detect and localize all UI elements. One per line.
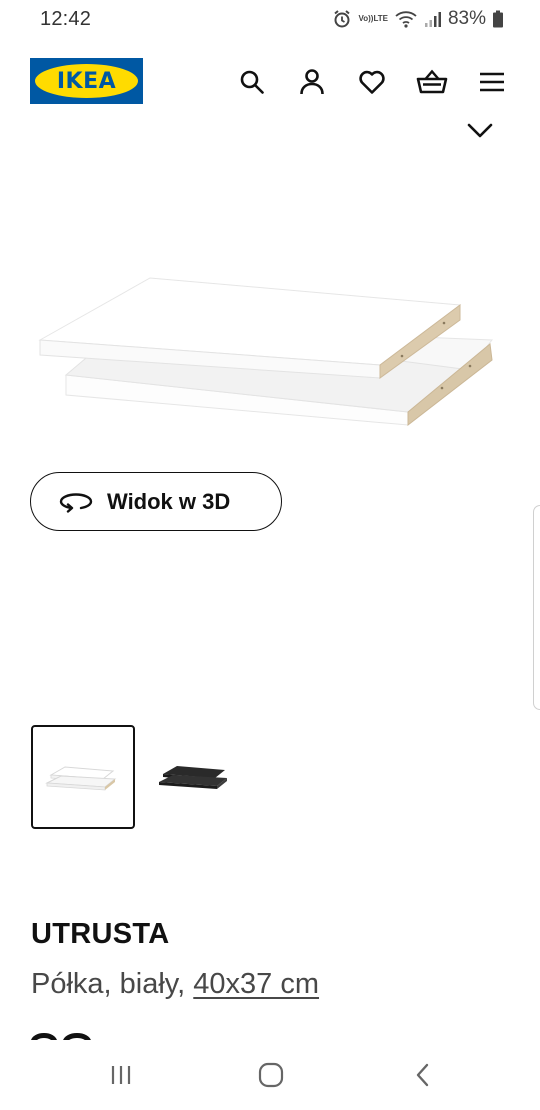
- thumbnail-white-shelf[interactable]: [31, 725, 135, 829]
- logo-text: IKEA: [56, 68, 117, 94]
- wifi-icon: [394, 9, 418, 29]
- recent-apps-button[interactable]: [101, 1060, 141, 1090]
- product-description: Półka, biały, 40x37 cm: [31, 968, 319, 1001]
- black-shelf-thumbnail-image: [159, 766, 227, 789]
- status-bar: 12:42 Vo)) LTE 83%: [0, 0, 540, 40]
- search-icon: [240, 70, 264, 94]
- menu-button[interactable]: [474, 64, 510, 100]
- volte-label: Vo)): [358, 14, 374, 23]
- status-icons: Vo)) LTE 83%: [332, 8, 504, 30]
- ikea-logo[interactable]: IKEA: [30, 58, 143, 104]
- view-3d-button[interactable]: Widok w 3D: [30, 472, 282, 531]
- back-icon: [416, 1063, 429, 1087]
- system-nav-bar: [0, 1040, 540, 1110]
- logo-ellipse: IKEA: [35, 64, 138, 98]
- rotate-3d-icon: [59, 492, 93, 513]
- status-time: 12:42: [40, 8, 92, 30]
- wishlist-button[interactable]: [354, 64, 390, 100]
- product-type-color: Półka, biały,: [31, 968, 186, 1000]
- wishlist-heart-icon: [359, 70, 385, 94]
- product-size-link[interactable]: 40x37 cm: [193, 968, 319, 1000]
- view-3d-label: Widok w 3D: [107, 488, 231, 514]
- menu-icon: [480, 72, 504, 92]
- home-button[interactable]: [251, 1060, 291, 1090]
- account-icon: [300, 69, 324, 95]
- cart-button[interactable]: [414, 64, 450, 100]
- product-main-image[interactable]: [30, 260, 500, 440]
- thumbnail-black-shelf[interactable]: [141, 725, 245, 829]
- signal-icon: [424, 10, 442, 28]
- header-actions: [234, 64, 510, 100]
- edge-panel-handle[interactable]: [533, 505, 540, 710]
- recent-apps-icon: [111, 1066, 131, 1084]
- white-shelf-thumbnail-image: [45, 766, 117, 791]
- search-button[interactable]: [234, 64, 270, 100]
- volte-lte-icon: Vo)) LTE: [358, 15, 387, 23]
- product-name: UTRUSTA: [31, 918, 170, 950]
- home-icon: [258, 1062, 284, 1088]
- site-header: IKEA: [0, 52, 540, 112]
- battery-percent: 83%: [447, 8, 486, 29]
- chevron-down-icon[interactable]: [466, 120, 494, 140]
- lte-label: LTE: [373, 14, 388, 23]
- back-button[interactable]: [403, 1060, 443, 1090]
- account-button[interactable]: [294, 64, 330, 100]
- alarm-icon: [332, 9, 352, 29]
- cart-basket-icon: [416, 69, 448, 94]
- battery-icon: [492, 10, 504, 28]
